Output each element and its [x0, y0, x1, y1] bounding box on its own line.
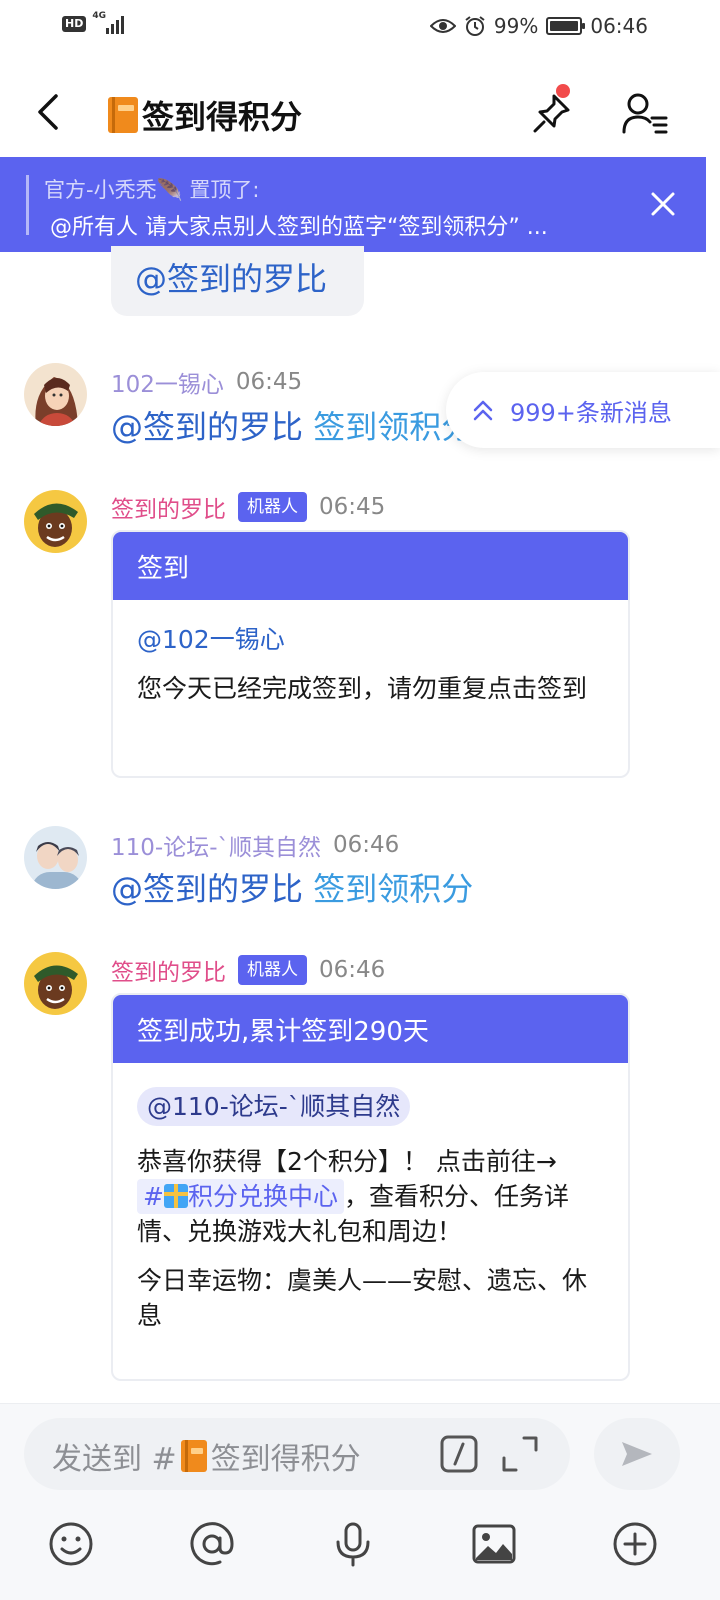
gift-icon: [163, 1184, 188, 1208]
message-text[interactable]: @签到的罗比 签到领积分: [111, 402, 473, 448]
points-center-link[interactable]: # 积分兑换中心: [137, 1179, 344, 1214]
message-text[interactable]: @签到的罗比 签到领积分: [111, 864, 473, 910]
message-header: 110-论坛-ˋ顺其自然 06:46: [111, 828, 399, 862]
bot-card[interactable]: 签到 @102一锡心 您今天已经完成签到，请勿重复点击签到: [111, 530, 630, 778]
card-title: 签到成功,累计签到290天: [113, 995, 628, 1063]
mention-text[interactable]: @签到的罗比: [111, 408, 303, 446]
new-messages-label: 999+条新消息: [510, 398, 672, 427]
chat-title: 签到得积分: [108, 92, 302, 138]
pin-icon: [533, 94, 570, 133]
sender-name[interactable]: 102一锡心: [111, 365, 224, 399]
mention-text: @签到的罗比: [135, 260, 328, 298]
bot-avatar[interactable]: [24, 490, 87, 553]
card-title: 签到: [113, 532, 628, 600]
expand-icon[interactable]: [500, 1434, 540, 1474]
message-time: 06:46: [319, 957, 386, 983]
bot-badge: 机器人: [238, 492, 307, 522]
bot-card[interactable]: 签到成功,累计签到290天 @110-论坛-ˋ顺其自然 恭喜你获得【2个积分】！…: [111, 993, 630, 1381]
pinned-text: @所有人 请大家点别人签到的蓝字“签到领积分” ...: [50, 215, 548, 240]
eye-icon: [429, 19, 456, 33]
members-icon[interactable]: [622, 90, 670, 136]
status-right: 99% 06:46: [429, 14, 648, 38]
page-title: 签到得积分: [142, 98, 303, 136]
card-text: 您今天已经完成签到，请勿重复点击签到: [137, 674, 588, 703]
avatar[interactable]: [24, 363, 87, 426]
at-icon[interactable]: [188, 1520, 236, 1568]
book-icon: [108, 97, 138, 133]
message-time: 06:45: [235, 369, 303, 395]
send-icon: [622, 1442, 652, 1466]
bot-name[interactable]: 签到的罗比: [111, 953, 226, 987]
message-bubble[interactable]: @签到的罗比: [111, 246, 364, 316]
send-button[interactable]: [594, 1418, 680, 1490]
close-icon[interactable]: [648, 189, 678, 219]
status-bar: HD 4G 99% 06:46: [0, 0, 720, 54]
input-placeholder: 发送到 # 签到得积分: [52, 1434, 361, 1478]
clock: 06:46: [590, 14, 648, 38]
book-icon: [180, 1440, 207, 1472]
pin-button[interactable]: [530, 84, 576, 136]
pinned-indicator: [26, 175, 29, 235]
plus-icon[interactable]: [611, 1520, 659, 1568]
sender-name[interactable]: 110-论坛-ˋ顺其自然: [111, 828, 321, 862]
pinned-message-banner[interactable]: 官方-小秃秃🪶 置顶了: @所有人 请大家点别人签到的蓝字“签到领积分” ...: [0, 157, 706, 252]
placeholder-prefix: 发送到 #: [52, 1442, 177, 1477]
signal-icon: 4G: [92, 11, 125, 34]
network-label: 4G: [92, 11, 106, 21]
hd-badge: HD: [62, 16, 87, 32]
checkin-link[interactable]: 签到领积分: [313, 870, 473, 908]
bot-name[interactable]: 签到的罗比: [111, 490, 226, 524]
emoji-icon[interactable]: [47, 1520, 95, 1568]
message-header: 签到的罗比 机器人 06:46: [111, 953, 385, 987]
bot-badge: 机器人: [238, 955, 307, 985]
message-time: 06:46: [333, 832, 400, 858]
lucky-item-text: 今日幸运物：虞美人——安慰、遗忘、休息: [137, 1266, 588, 1330]
card-body: @110-论坛-ˋ顺其自然 恭喜你获得【2个积分】！ 点击前往→ # 积分兑换中心…: [113, 1063, 628, 1353]
points-center-label: 积分兑换中心: [187, 1182, 338, 1211]
avatar[interactable]: [24, 826, 87, 889]
mic-icon[interactable]: [329, 1520, 377, 1568]
battery-icon: [546, 17, 586, 35]
mention-chip[interactable]: @110-论坛-ˋ顺其自然: [137, 1087, 411, 1126]
back-icon[interactable]: [30, 92, 70, 132]
slash-command-icon[interactable]: [439, 1434, 479, 1474]
message-time: 06:45: [319, 494, 386, 520]
bot-avatar[interactable]: [24, 952, 87, 1015]
double-chevron-up-icon: [473, 400, 493, 421]
card-body: @102一锡心 您今天已经完成签到，请勿重复点击签到: [113, 600, 628, 726]
composer: 发送到 # 签到得积分: [0, 1403, 720, 1600]
message-header: 102一锡心 06:45: [111, 365, 302, 399]
message-input[interactable]: 发送到 # 签到得积分: [24, 1418, 570, 1490]
placeholder-channel: 签到得积分: [210, 1442, 361, 1477]
card-text: 恭喜你获得【2个积分】！ 点击前往→ # 积分兑换中心 ，查看积分、任务详情、兑换游…: [137, 1144, 604, 1249]
new-messages-button[interactable]: 999+条新消息: [446, 372, 720, 448]
status-left: HD 4G: [62, 11, 125, 34]
hash-symbol: #: [143, 1182, 164, 1211]
mention-text[interactable]: @签到的罗比: [111, 870, 303, 908]
message-header: 签到的罗比 机器人 06:45: [111, 490, 385, 524]
reward-text: 恭喜你获得【2个积分】！ 点击前往→: [137, 1147, 557, 1176]
alarm-icon: [465, 16, 485, 36]
chat-header: 签到得积分: [0, 66, 720, 156]
mention-text[interactable]: @102一锡心: [137, 622, 604, 657]
pinned-author: 官方-小秃秃🪶 置顶了:: [44, 178, 260, 202]
notification-dot: [556, 84, 570, 98]
battery-percent: 99%: [493, 14, 539, 38]
image-icon[interactable]: [470, 1520, 518, 1568]
